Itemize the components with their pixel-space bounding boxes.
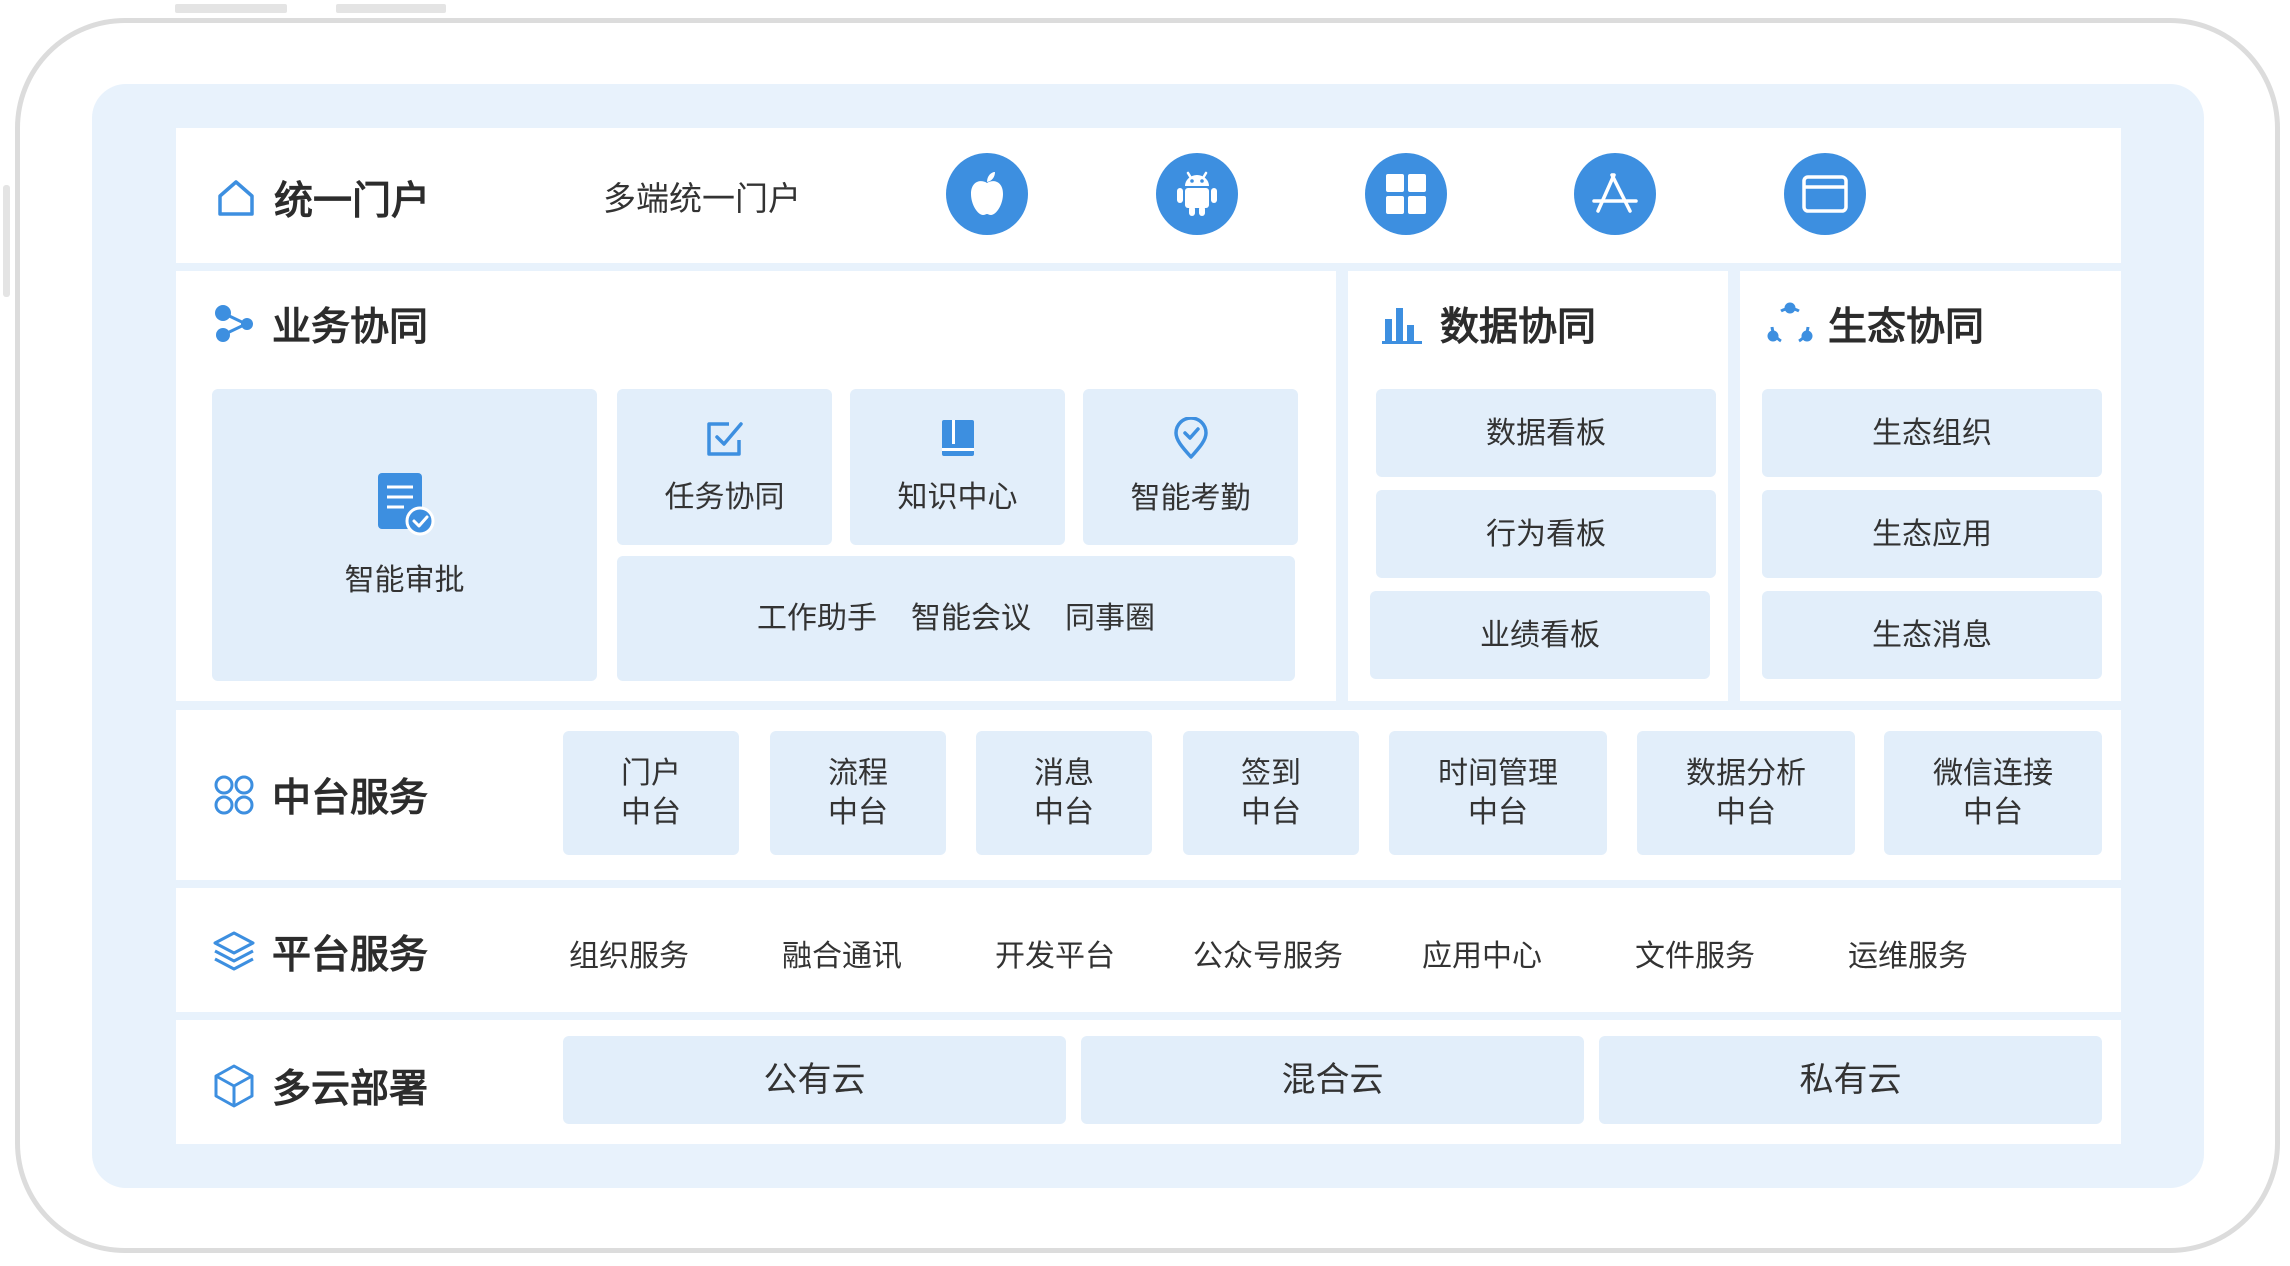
- platform-item-ops[interactable]: 运维服务: [1848, 931, 1968, 975]
- device-side-button: [3, 185, 10, 297]
- colleague-circle-label[interactable]: 同事圈: [1065, 599, 1155, 638]
- middle-item-line2: 中台: [1468, 795, 1528, 830]
- performance-board-label: 业绩看板: [1480, 617, 1600, 653]
- layers-icon: [210, 928, 258, 976]
- middle-item-line1: 门户: [621, 756, 681, 791]
- middle-item-line1: 消息: [1034, 756, 1094, 791]
- middle-item-line2: 中台: [828, 795, 888, 830]
- data-title: 数据协同: [1440, 305, 1597, 350]
- assistant-label[interactable]: 工作助手: [757, 599, 877, 638]
- platform-item-file[interactable]: 文件服务: [1635, 931, 1755, 975]
- knowledge-label: 知识中心: [897, 479, 1018, 515]
- book-icon: [938, 418, 978, 468]
- platform-item-official[interactable]: 公众号服务: [1193, 931, 1343, 975]
- android-icon[interactable]: [1156, 153, 1238, 235]
- eco-title: 生态协同: [1828, 305, 1985, 350]
- ecosystem-cycle-icon: [1766, 300, 1814, 348]
- portal-subtitle: 多端统一门户: [603, 179, 801, 218]
- middle-item-time[interactable]: 时间管理 中台: [1389, 731, 1607, 855]
- middle-title: 中台服务: [272, 776, 429, 821]
- extras-tile: 工作助手 智能会议 同事圈: [617, 556, 1295, 681]
- browser-icon[interactable]: [1784, 153, 1866, 235]
- middle-item-line2: 中台: [621, 795, 681, 830]
- eco-heading: 生态协同: [1766, 296, 1984, 352]
- portal-title: 统一门户: [274, 179, 431, 224]
- middle-item-portal[interactable]: 门户 中台: [563, 731, 739, 855]
- middle-item-wechat[interactable]: 微信连接 中台: [1884, 731, 2102, 855]
- device-notch-left: [175, 4, 287, 13]
- task-label: 任务协同: [664, 479, 785, 515]
- hybrid-cloud-label: 混合云: [1281, 1059, 1384, 1100]
- performance-board-tile[interactable]: 业绩看板: [1370, 591, 1710, 679]
- middle-item-line1: 微信连接: [1933, 756, 2053, 791]
- eco-org-tile[interactable]: 生态组织: [1762, 389, 2102, 477]
- platform-title: 平台服务: [272, 933, 429, 978]
- data-heading: 数据协同: [1378, 296, 1596, 352]
- eco-org-label: 生态组织: [1872, 415, 1992, 451]
- approval-document-icon: [374, 471, 436, 547]
- location-pin-icon: [1173, 415, 1209, 469]
- middle-item-message[interactable]: 消息 中台: [976, 731, 1152, 855]
- approval-tile[interactable]: 智能审批: [212, 389, 597, 681]
- eco-app-tile[interactable]: 生态应用: [1762, 490, 2102, 578]
- meeting-label[interactable]: 智能会议: [911, 599, 1031, 638]
- middle-item-line2: 中台: [1241, 795, 1301, 830]
- task-check-icon: [705, 418, 745, 468]
- bar-chart-icon: [1378, 300, 1426, 348]
- app-store-icon[interactable]: [1574, 153, 1656, 235]
- cloud-heading: 多云部署: [210, 1058, 428, 1114]
- business-title: 业务协同: [272, 305, 429, 350]
- attendance-label: 智能考勤: [1130, 480, 1251, 516]
- windows-icon[interactable]: [1365, 153, 1447, 235]
- middle-item-line1: 时间管理: [1438, 756, 1558, 791]
- data-board-tile[interactable]: 数据看板: [1376, 389, 1716, 477]
- cloud-title: 多云部署: [272, 1067, 429, 1112]
- platform-item-dev[interactable]: 开发平台: [995, 931, 1115, 975]
- public-cloud-tile[interactable]: 公有云: [563, 1036, 1066, 1124]
- apple-icon[interactable]: [946, 153, 1028, 235]
- public-cloud-label: 公有云: [763, 1059, 866, 1100]
- middle-item-line2: 中台: [1716, 795, 1776, 830]
- private-cloud-label: 私有云: [1799, 1059, 1902, 1100]
- middle-item-line1: 签到: [1241, 756, 1301, 791]
- business-heading: 业务协同: [210, 296, 428, 352]
- middle-item-signin[interactable]: 签到 中台: [1183, 731, 1359, 855]
- share-nodes-icon: [210, 300, 258, 348]
- middle-heading: 中台服务: [210, 767, 428, 823]
- cube-icon: [210, 1062, 258, 1110]
- eco-app-label: 生态应用: [1872, 516, 1992, 552]
- eco-message-label: 生态消息: [1872, 617, 1992, 653]
- eco-message-tile[interactable]: 生态消息: [1762, 591, 2102, 679]
- private-cloud-tile[interactable]: 私有云: [1599, 1036, 2102, 1124]
- home-icon: [212, 174, 260, 222]
- data-board-label: 数据看板: [1486, 415, 1606, 451]
- approval-label: 智能审批: [344, 562, 465, 598]
- platform-item-appcenter[interactable]: 应用中心: [1422, 931, 1542, 975]
- behavior-board-label: 行为看板: [1486, 516, 1606, 552]
- middle-item-analytics[interactable]: 数据分析 中台: [1637, 731, 1855, 855]
- middle-item-line1: 流程: [828, 756, 888, 791]
- attendance-tile[interactable]: 智能考勤: [1083, 389, 1298, 545]
- task-tile[interactable]: 任务协同: [617, 389, 832, 545]
- behavior-board-tile[interactable]: 行为看板: [1376, 490, 1716, 578]
- middle-item-line2: 中台: [1963, 795, 2023, 830]
- four-petals-icon: [210, 771, 258, 819]
- device-notch-right: [336, 4, 446, 13]
- middle-item-line2: 中台: [1034, 795, 1094, 830]
- platform-heading: 平台服务: [210, 924, 428, 980]
- hybrid-cloud-tile[interactable]: 混合云: [1081, 1036, 1584, 1124]
- platform-panel: [176, 888, 2121, 1012]
- platform-item-comm[interactable]: 融合通讯: [782, 931, 902, 975]
- middle-item-process[interactable]: 流程 中台: [770, 731, 946, 855]
- middle-item-line1: 数据分析: [1686, 756, 1806, 791]
- platform-item-org[interactable]: 组织服务: [569, 931, 689, 975]
- portal-heading: 统一门户: [212, 170, 430, 226]
- knowledge-tile[interactable]: 知识中心: [850, 389, 1065, 545]
